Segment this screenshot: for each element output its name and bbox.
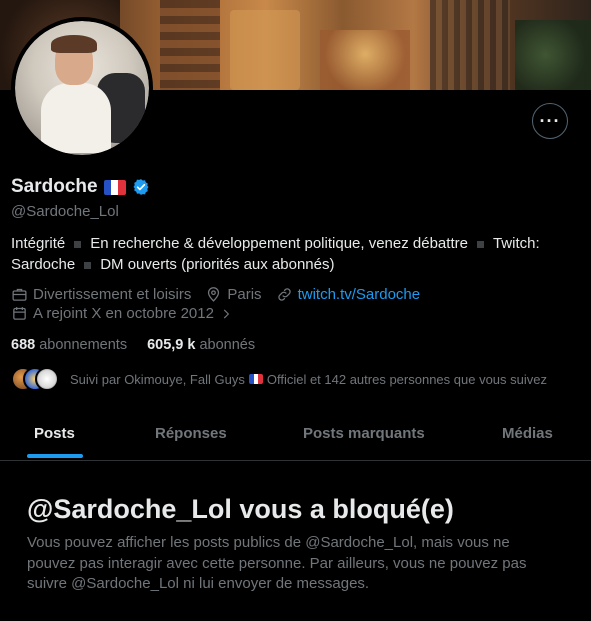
followed-by-avatars (11, 367, 63, 391)
profile-website[interactable]: twitch.tv/Sardoche (276, 286, 421, 303)
bio-separator (74, 240, 82, 248)
more-options-button[interactable]: ··· (532, 103, 568, 139)
bio-text: DM ouverts (priorités aux abonnés) (100, 256, 335, 273)
followed-by-text-2: Officiel et 142 autres personnes que vou… (266, 371, 547, 387)
location-label: Paris (227, 286, 262, 303)
joined-date: A rejoint X en octobre 2012 (11, 305, 233, 322)
followed-by-text-1: Suivi par Okimouye, Fall Guys (70, 371, 245, 387)
category-label: Divertissement et loisirs (33, 286, 192, 303)
bio-separator (476, 240, 484, 248)
briefcase-icon (12, 288, 27, 301)
profile-name-row: Sardoche (11, 176, 150, 198)
bio-separator (84, 261, 92, 269)
joined-label: A rejoint X en octobre 2012 (33, 305, 214, 322)
bio-text: Intégrité (11, 235, 66, 252)
profile-category: Divertissement et loisirs (11, 286, 191, 303)
profile-avatar[interactable] (11, 17, 153, 159)
avatar (35, 367, 59, 391)
blocked-title: @Sardoche_Lol vous a bloqué(e) (27, 494, 454, 524)
bio-text: En recherche & développement politique, … (90, 235, 468, 252)
following-count: 688 (11, 337, 36, 353)
more-options-icon: ··· (539, 110, 561, 131)
bio-text: Twitch: (492, 235, 540, 252)
profile-tabs: Posts Réponses Posts marquants Médias (0, 409, 591, 461)
france-flag-icon (103, 179, 126, 195)
following-link[interactable]: 688 abonnements (11, 337, 127, 353)
profile-location: Paris (205, 286, 262, 303)
location-pin-icon (208, 287, 220, 302)
followers-label: abonnés (199, 337, 256, 353)
profile-bio: Intégrité En recherche & développement po… (11, 233, 576, 275)
profile-meta: Divertissement et loisirs Paris twitch.t… (11, 286, 434, 303)
followers-link[interactable]: 605,9 k abonnés (147, 337, 255, 353)
france-flag-icon (248, 374, 263, 384)
profile-stats: 688 abonnements 605,9 k abonnés (11, 337, 255, 353)
chevron-right-icon[interactable] (219, 307, 233, 321)
profile-handle: @Sardoche_Lol (11, 203, 119, 220)
tab-highlights[interactable]: Posts marquants (303, 425, 425, 442)
following-label: abonnements (39, 337, 128, 353)
followed-by-text: Suivi par Okimouye, Fall Guys Officiel e… (70, 372, 547, 387)
followed-by[interactable]: Suivi par Okimouye, Fall Guys Officiel e… (11, 367, 547, 391)
verified-badge-icon[interactable] (132, 178, 150, 196)
tab-media[interactable]: Médias (502, 425, 553, 442)
followers-count: 605,9 k (147, 337, 196, 353)
link-icon (277, 288, 291, 301)
active-tab-indicator (27, 454, 83, 458)
tab-replies[interactable]: Réponses (155, 425, 227, 442)
profile-joined: A rejoint X en octobre 2012 (11, 305, 247, 322)
tab-posts[interactable]: Posts (34, 425, 75, 442)
profile-name: Sardoche (11, 176, 98, 197)
calendar-icon (13, 307, 26, 320)
bio-text: Sardoche (11, 256, 76, 273)
blocked-description: Vous pouvez afficher les posts publics d… (27, 534, 527, 592)
website-link[interactable]: twitch.tv/Sardoche (298, 286, 421, 303)
